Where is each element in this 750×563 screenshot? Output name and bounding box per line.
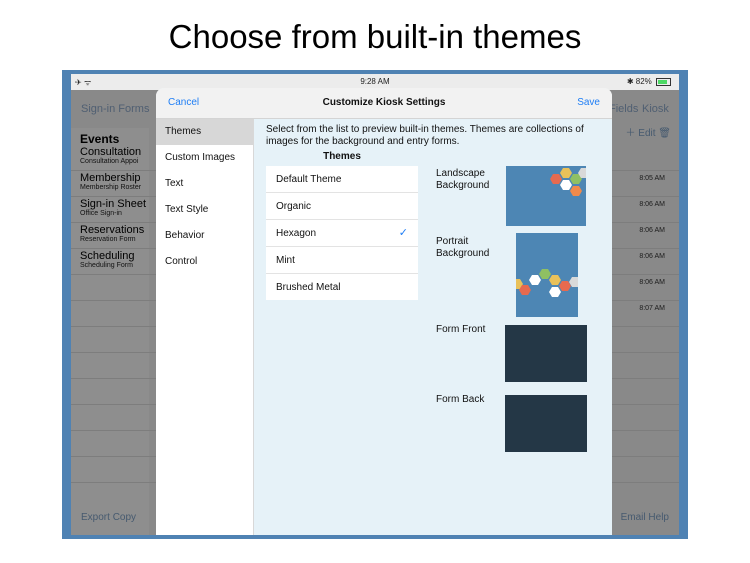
form-front-label: Form Front (436, 324, 486, 335)
sidebar-item-label: Text Style (165, 204, 209, 215)
modal-header: Cancel Customize Kiosk Settings Save (156, 88, 612, 119)
customize-kiosk-modal: Cancel Customize Kiosk Settings Save The… (156, 88, 612, 535)
portrait-background-preview (516, 233, 578, 317)
hexagon-pattern-image (516, 269, 578, 297)
theme-row-default[interactable]: Default Theme (266, 166, 418, 193)
sidebar-item-label: Text (165, 178, 184, 189)
ipad-frame: ✈ ᯤ 9:28 AM ✱ 82% Sign-in Forms Fields K… (62, 70, 688, 539)
sidebar-item-themes[interactable]: Themes (156, 119, 253, 145)
form-back-label: Form Back (436, 394, 485, 405)
headline: Choose from built-in themes (168, 18, 582, 55)
bluetooth-icon: ✱ (626, 77, 634, 86)
sidebar-item-text-style[interactable]: Text Style (156, 197, 253, 223)
theme-row-mint[interactable]: Mint (266, 247, 418, 274)
sidebar-item-control[interactable]: Control (156, 249, 253, 275)
battery-percent: 82% (635, 77, 652, 86)
label-line: Landscape (436, 168, 485, 179)
form-back-preview (505, 395, 587, 452)
theme-label: Mint (276, 255, 295, 266)
label-line: Portrait (436, 236, 469, 247)
theme-label: Hexagon (276, 228, 317, 239)
label-line: Background (436, 248, 490, 259)
theme-row-organic[interactable]: Organic (266, 193, 418, 220)
label-line: Background (436, 180, 490, 191)
theme-row-brushed-metal[interactable]: Brushed Metal (266, 274, 418, 300)
sidebar-item-behavior[interactable]: Behavior (156, 223, 253, 249)
sidebar-item-label: Behavior (165, 230, 205, 241)
battery-icon (656, 77, 671, 86)
sidebar-item-text[interactable]: Text (156, 171, 253, 197)
sidebar-item-label: Control (165, 256, 198, 267)
hexagon-pattern-image (550, 168, 586, 196)
sidebar-item-custom-images[interactable]: Custom Images (156, 145, 253, 171)
status-time: 9:28 AM (360, 77, 390, 86)
theme-label: Brushed Metal (276, 282, 341, 293)
themes-list: Default Theme Organic Hexagon ✓ Mint Brus… (266, 166, 418, 300)
portrait-background-label: Portrait Background (436, 236, 489, 260)
modal-title: Customize Kiosk Settings (322, 97, 446, 108)
settings-sidebar: Themes Custom Images Text Text Style Beh… (156, 119, 254, 535)
save-button[interactable]: Save (577, 97, 600, 108)
checkmark-icon: ✓ (398, 227, 408, 239)
theme-label: Organic (276, 201, 312, 212)
themes-description: Select from the list to preview built-in… (266, 124, 584, 147)
landscape-background-label: Landscape Background (436, 168, 489, 192)
theme-row-hexagon[interactable]: Hexagon ✓ (266, 220, 418, 247)
landscape-background-preview (506, 166, 586, 226)
screen: ✈ ᯤ 9:28 AM ✱ 82% Sign-in Forms Fields K… (71, 74, 679, 535)
theme-label: Default Theme (276, 174, 342, 185)
status-right: ✱ 82% (627, 77, 671, 86)
themes-list-header: Themes (323, 151, 361, 162)
form-front-preview (505, 325, 587, 382)
sidebar-item-label: Themes (165, 126, 202, 137)
sidebar-item-label: Custom Images (165, 152, 236, 163)
